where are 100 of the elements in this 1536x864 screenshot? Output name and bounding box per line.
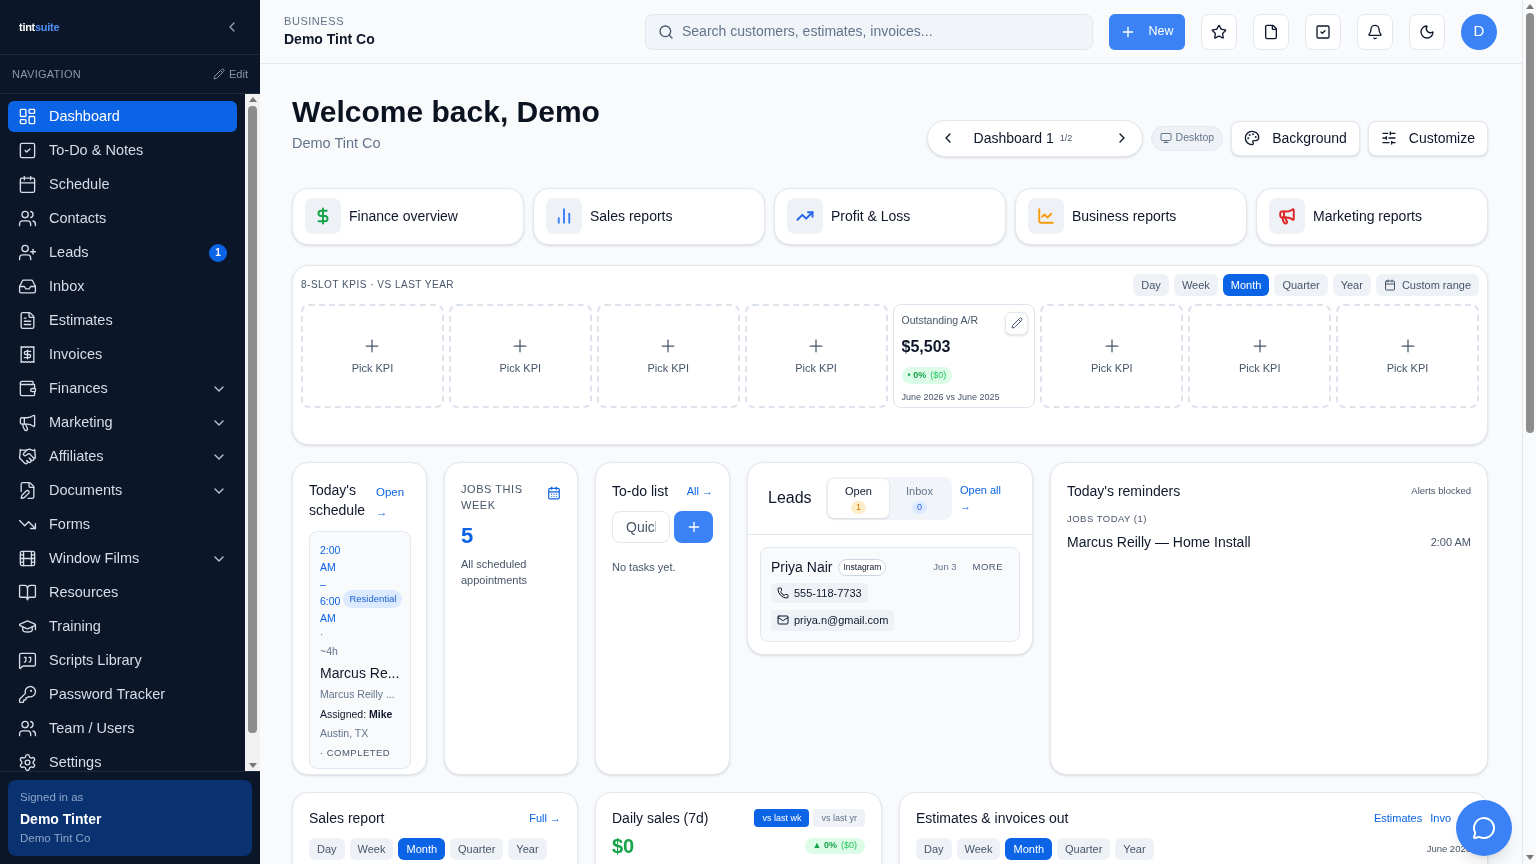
range-tab[interactable]: Day <box>916 837 952 860</box>
leads-tab[interactable]: Inbox 0 <box>889 478 950 518</box>
search-field[interactable]: Search customers, estimates, invoices... <box>645 13 1093 50</box>
leads-tab[interactable]: Open 1 <box>828 478 889 518</box>
range-tab[interactable]: Month <box>1222 273 1270 296</box>
nav-item[interactable]: Contacts <box>8 203 237 234</box>
nav-item[interactable]: Settings <box>8 747 237 771</box>
phone-chip[interactable]: 555-118-7733 <box>771 582 868 604</box>
range-tab[interactable]: Quarter <box>1274 273 1328 296</box>
range-tab[interactable]: Week <box>956 837 1001 860</box>
pick-kpi-slot[interactable]: Pick KPI <box>1040 303 1184 408</box>
nav-item[interactable]: Marketing <box>8 407 237 438</box>
nav-item[interactable]: Scripts Library <box>8 645 237 676</box>
pick-kpi-slot[interactable]: Pick KPI <box>1188 303 1332 408</box>
quick-link-card[interactable]: Business reports <box>1015 187 1247 245</box>
range-tab[interactable]: Month <box>1005 837 1053 860</box>
nav-item[interactable]: To-Do & Notes <box>8 135 237 166</box>
range-tab[interactable]: Month <box>398 837 446 860</box>
estimates-link[interactable]: Invo <box>1430 810 1451 827</box>
nav-item[interactable]: Training <box>8 611 237 642</box>
add-button[interactable] <box>674 510 713 543</box>
range-tab[interactable]: Quarter <box>450 837 504 860</box>
job-status: · COMPLETED <box>320 746 392 760</box>
nav-item[interactable]: Team / Users <box>8 713 237 744</box>
edit-button[interactable]: Edit <box>213 65 248 83</box>
range-tab[interactable]: Quarter <box>1057 837 1111 860</box>
lead-name: Priya Nair <box>771 557 833 577</box>
range-tab[interactable]: Week <box>1173 273 1218 296</box>
moon-icon <box>1419 23 1435 40</box>
nav-item[interactable]: Leads 1 <box>8 237 237 268</box>
compare-toggle[interactable]: vs last yr <box>813 809 865 828</box>
card-title: Daily sales (7d) <box>612 808 709 828</box>
range-tab[interactable]: Day <box>1133 273 1169 296</box>
pencil-icon <box>1010 317 1023 330</box>
avatar[interactable]: D <box>1461 13 1497 50</box>
nav-item[interactable]: Forms <box>8 509 237 540</box>
kpi-period: June 2026 vs June 2025 <box>901 390 1001 404</box>
new-button[interactable]: New <box>1109 13 1185 50</box>
document-icon <box>18 311 37 330</box>
background-button[interactable]: Background <box>1231 120 1360 156</box>
range-tab[interactable]: Week <box>349 837 394 860</box>
nav-item[interactable]: Inbox <box>8 271 237 302</box>
reminder-text: Marcus Reilly — Home Install <box>1067 533 1251 552</box>
toolbar-button[interactable] <box>1357 13 1393 50</box>
account-card[interactable]: Signed in as Demo Tinter Demo Tint Co <box>8 779 252 856</box>
nav-item[interactable]: Password Tracker <box>8 679 237 710</box>
pick-kpi-slot[interactable]: Pick KPI <box>1336 303 1479 408</box>
quick-link-card[interactable]: Profit & Loss <box>774 187 1006 245</box>
scrollbar[interactable] <box>245 94 260 771</box>
separator-dot: · <box>320 627 325 642</box>
pick-kpi-slot[interactable]: Pick KPI <box>744 303 888 408</box>
card-title: JOBS THIS WEEK <box>461 481 524 513</box>
nav-item[interactable]: Resources <box>8 577 237 608</box>
edit-button[interactable] <box>1005 311 1029 335</box>
section-label: NAVIGATION <box>12 66 81 82</box>
open-all-link[interactable]: Open all → <box>960 482 1010 515</box>
toolbar-button[interactable] <box>1253 13 1289 50</box>
card-title: Today's schedule <box>309 480 367 520</box>
range-tab[interactable]: Day <box>309 837 345 860</box>
full-link[interactable]: Full → <box>529 810 561 827</box>
more-link[interactable]: MORE <box>972 560 1003 575</box>
toolbar-button[interactable] <box>1305 13 1341 50</box>
nav-item[interactable]: Estimates <box>8 305 237 336</box>
quick-link-card[interactable]: Finance overview <box>292 187 524 245</box>
toolbar-button[interactable] <box>1409 13 1445 50</box>
quick-link-card[interactable]: Marketing reports <box>1256 187 1488 245</box>
job-tag: Residential <box>343 590 403 609</box>
pick-kpi-slot[interactable]: Pick KPI <box>596 303 740 408</box>
range-tab[interactable]: Year <box>1115 837 1154 860</box>
compare-toggle[interactable]: vs last wk <box>754 809 810 828</box>
range-tab[interactable]: Year <box>1332 273 1371 296</box>
customize-button[interactable]: Customize <box>1367 120 1488 156</box>
scrollbar[interactable] <box>1522 0 1536 864</box>
job-card[interactable]: 2:00 AM – 6:00 AM Residential · ~4h Marcus Re... Marcus Reilly ... Assigned: Mike Austin, TX · COMPLETED <box>309 530 411 770</box>
change-badge: ▲ 0% ($0) <box>804 838 865 854</box>
lead-card[interactable]: Priya Nair Instagram Jun 3 MORE 555-118-7733 priya.n@gmail.com <box>760 546 1020 643</box>
nav-item[interactable]: Documents <box>8 475 237 506</box>
email-chip[interactable]: priya.n@gmail.com <box>771 610 895 631</box>
pick-kpi-slot[interactable]: Pick KPI <box>301 303 444 408</box>
nav-item[interactable]: Schedule <box>8 169 237 200</box>
open-link[interactable]: Open → <box>376 481 410 522</box>
welcome-title: Welcome back, Demo <box>292 94 600 130</box>
nav-item[interactable]: Affiliates <box>8 441 237 472</box>
nav-item[interactable]: Finances <box>8 373 237 404</box>
job-location: Austin, TX <box>320 726 370 742</box>
nav-item[interactable]: Window Films <box>8 543 237 574</box>
change-badge: • 0% ($0) <box>901 366 953 384</box>
toolbar-button[interactable] <box>1201 13 1237 50</box>
dashboard-switcher[interactable]: Dashboard 1 1/2 <box>926 119 1143 157</box>
range-tab[interactable]: Year <box>508 837 547 860</box>
search-input[interactable]: Search customers, estimates, invoices... <box>682 21 1080 42</box>
pick-kpi-slot[interactable]: Pick KPI <box>448 303 592 408</box>
nav-item[interactable]: Invoices <box>8 339 237 370</box>
checkbox-icon <box>1315 23 1331 40</box>
estimates-link[interactable]: Estimates <box>1373 810 1423 827</box>
quick-link-card[interactable]: Sales reports <box>533 187 765 245</box>
custom-range-button[interactable]: Custom range <box>1375 273 1479 296</box>
graduation-cap-icon <box>18 617 37 636</box>
nav-item[interactable]: Dashboard <box>8 101 237 132</box>
all-link[interactable]: All → <box>686 483 713 500</box>
